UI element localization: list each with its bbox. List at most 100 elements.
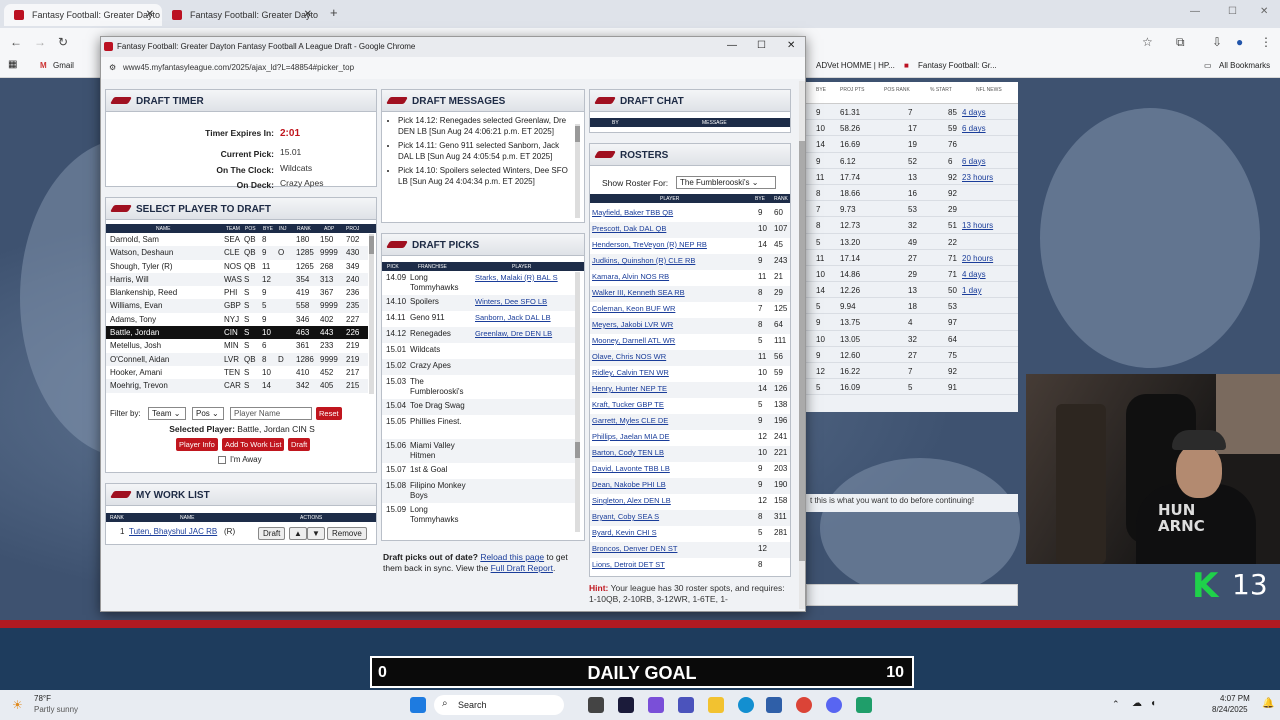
bookmark-advet[interactable]: ADVet HOMME | HP... (816, 61, 895, 70)
app-icon[interactable] (856, 697, 872, 713)
player-list-scrollbar[interactable] (369, 234, 374, 394)
bg-news-link[interactable]: 6 days (962, 157, 986, 166)
player-row[interactable]: Watson, Deshaun CLE QB 9 O 1285 9999 430 (106, 246, 368, 260)
volume-icon[interactable]: ◖ (1150, 698, 1156, 709)
bookmark-fantasy[interactable]: Fantasy Football: Gr... (918, 61, 997, 70)
chrome-icon[interactable] (796, 697, 812, 713)
roster-player-link[interactable]: Byard, Kevin CHI S (592, 528, 657, 537)
browser-tab-2[interactable]: Fantasy Football: Greater Dayto ✕ (162, 4, 320, 26)
team-filter-select[interactable]: Team ⌄ (148, 407, 186, 420)
close-tab-icon[interactable]: ✕ (146, 9, 154, 20)
player-name-input[interactable]: Player Name (230, 407, 312, 420)
roster-player-link[interactable]: Olave, Chris NOS WR (592, 352, 666, 361)
roster-player-link[interactable]: Kamara, Alvin NOS RB (592, 272, 669, 281)
bg-news-link[interactable]: 20 hours (962, 254, 993, 263)
pos-filter-select[interactable]: Pos ⌄ (192, 407, 224, 420)
messages-scrollbar[interactable] (575, 124, 580, 218)
store-icon[interactable] (766, 697, 782, 713)
player-row[interactable]: Shough, Tyler (R) NOS QB 11 1265 268 349 (106, 260, 368, 273)
bg-news-link[interactable]: 13 hours (962, 221, 993, 230)
worklist-player-link[interactable]: Tuten, Bhayshul JAC RB (129, 527, 217, 536)
player-row[interactable]: Metellus, Josh MIN S 6 361 233 219 (106, 339, 368, 352)
extensions-icon[interactable]: ⧉ (1176, 35, 1185, 50)
pick-player-link[interactable]: Sanborn, Jack DAL LB (475, 313, 551, 322)
roster-player-link[interactable]: Henry, Hunter NEP TE (592, 384, 667, 393)
player-row[interactable]: Battle, Jordan CIN S 10 463 443 226 (106, 326, 368, 340)
app-icon[interactable] (618, 697, 634, 713)
roster-player-link[interactable]: Judkins, Quinshon (R) CLE RB (592, 256, 695, 265)
popup-maximize-icon[interactable]: ☐ (757, 40, 766, 51)
roster-player-link[interactable]: Meyers, Jakobi LVR WR (592, 320, 673, 329)
reload-link[interactable]: Reload this page (480, 552, 544, 562)
windows-start-icon[interactable] (410, 697, 426, 713)
popup-url-bar[interactable]: ⚙ www45.myfantasyleague.com/2025/ajax_ld… (101, 57, 805, 79)
roster-player-link[interactable]: Barton, Cody TEN LB (592, 448, 664, 457)
file-explorer-icon[interactable] (708, 697, 724, 713)
bookmark-gmail[interactable]: Gmail (53, 61, 74, 70)
profile-icon[interactable]: ● (1236, 35, 1243, 49)
close-window-icon[interactable]: ✕ (1260, 6, 1268, 17)
move-up-button[interactable]: ▲ (289, 527, 307, 540)
reset-button[interactable]: Reset (316, 407, 342, 420)
roster-team-select[interactable]: The Fumblerooski's ⌄ (676, 176, 776, 189)
roster-player-link[interactable]: Dean, Nakobe PHI LB (592, 480, 666, 489)
player-row[interactable]: Darnold, Sam SEA QB 8 180 150 702 (106, 233, 368, 246)
roster-player-link[interactable]: Henderson, TreVeyon (R) NEP RB (592, 240, 707, 249)
player-row[interactable]: Harris, Will WAS S 12 354 313 240 (106, 272, 368, 287)
popup-close-icon[interactable]: ✕ (787, 40, 795, 51)
menu-icon[interactable]: ⋮ (1260, 35, 1272, 49)
player-row[interactable]: Williams, Evan GBP S 5 558 9999 235 (106, 299, 368, 313)
tray-chevron-icon[interactable]: ⌃ (1112, 699, 1120, 710)
worklist-draft-button[interactable]: Draft (258, 527, 286, 540)
app-icon[interactable] (648, 697, 664, 713)
teams-icon[interactable] (678, 697, 694, 713)
player-row[interactable]: O'Connell, Aidan LVR QB 8 D 1286 9999 219 (106, 352, 368, 366)
task-view-icon[interactable] (588, 697, 604, 713)
new-tab-icon[interactable]: + (330, 5, 338, 20)
roster-player-link[interactable]: Garrett, Myles CLE DE (592, 416, 668, 425)
pick-player-link[interactable]: Starks, Malaki (R) BAL S (475, 273, 558, 282)
player-row[interactable]: Moehrig, Trevon CAR S 14 342 405 215 (106, 379, 368, 393)
roster-player-link[interactable]: Broncos, Denver DEN ST (592, 544, 677, 553)
move-down-button[interactable]: ▼ (307, 527, 325, 540)
away-checkbox[interactable] (218, 456, 226, 464)
site-info-icon[interactable]: ⚙ (109, 63, 116, 72)
pick-player-link[interactable]: Winters, Dee SFO LB (475, 297, 547, 306)
bg-news-link[interactable]: 23 hours (962, 173, 993, 182)
bg-news-link[interactable]: 4 days (962, 108, 986, 117)
bg-news-link[interactable]: 6 days (962, 124, 986, 133)
roster-player-link[interactable]: Mayfield, Baker TBB QB (592, 208, 673, 217)
add-to-worklist-button[interactable]: Add To Work List (222, 438, 285, 451)
bg-news-link[interactable]: 1 day (962, 286, 982, 295)
remove-button[interactable]: Remove (327, 527, 367, 540)
close-tab-icon[interactable]: ✕ (304, 9, 312, 20)
taskbar-search[interactable]: ⌕ Search (434, 695, 564, 715)
roster-player-link[interactable]: Ridley, Calvin TEN WR (592, 368, 669, 377)
popup-minimize-icon[interactable]: — (727, 40, 737, 51)
minimize-icon[interactable]: — (1190, 6, 1200, 17)
picks-scrollbar[interactable] (575, 272, 580, 532)
edge-icon[interactable] (738, 697, 754, 713)
roster-player-link[interactable]: Phillips, Jaelan MIA DE (592, 432, 670, 441)
maximize-icon[interactable]: ☐ (1228, 6, 1237, 17)
bg-news-link[interactable]: 4 days (962, 270, 986, 279)
roster-player-link[interactable]: David, Lavonte TBB LB (592, 464, 670, 473)
bookmark-star-icon[interactable]: ☆ (1142, 35, 1153, 49)
player-row[interactable]: Blankenship, Reed PHI S 9 419 367 236 (106, 286, 368, 299)
roster-player-link[interactable]: Prescott, Dak DAL QB (592, 224, 666, 233)
roster-player-link[interactable]: Singleton, Alex DEN LB (592, 496, 671, 505)
roster-player-link[interactable]: Mooney, Darnell ATL WR (592, 336, 675, 345)
roster-player-link[interactable]: Bryant, Coby SEA S (592, 512, 659, 521)
roster-player-link[interactable]: Lions, Detroit DET ST (592, 560, 665, 569)
draft-button[interactable]: Draft (288, 438, 311, 451)
roster-player-link[interactable]: Walker III, Kenneth SEA RB (592, 288, 685, 297)
downloads-icon[interactable]: ⇩ (1212, 35, 1222, 49)
player-row[interactable]: Hooker, Amani TEN S 10 410 452 217 (106, 366, 368, 379)
popup-scrollbar[interactable] (799, 81, 805, 609)
forward-icon[interactable]: → (34, 35, 46, 49)
roster-player-link[interactable]: Coleman, Keon BUF WR (592, 304, 675, 313)
apps-icon[interactable]: ▦ (8, 59, 17, 70)
player-info-button[interactable]: Player Info (176, 438, 218, 451)
bookmark-all[interactable]: All Bookmarks (1219, 61, 1270, 70)
back-icon[interactable]: ← (10, 35, 22, 49)
